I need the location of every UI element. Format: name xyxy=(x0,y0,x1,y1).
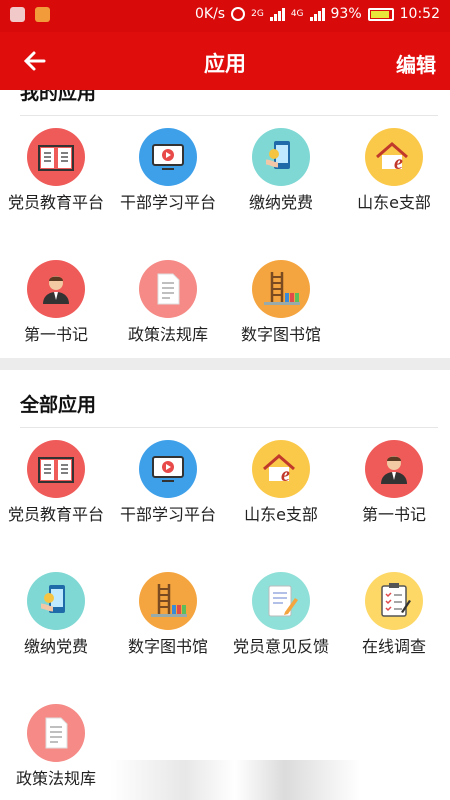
app-label: 缴纳党费 xyxy=(23,637,88,656)
app-label: 在线调查 xyxy=(361,637,426,656)
app-member-feedback[interactable]: 党员意见反馈 xyxy=(225,572,337,657)
network-type-1: 2G xyxy=(251,9,264,19)
app-label: 干部学习平台 xyxy=(119,193,216,212)
alarm-icon xyxy=(231,7,246,21)
app-policy-library[interactable]: 政策法规库 xyxy=(0,704,112,789)
app-first-secretary[interactable]: 第一书记 xyxy=(0,260,112,345)
app-cadre-learning[interactable]: 干部学习平台 xyxy=(112,128,224,213)
monitor-play-icon xyxy=(139,128,197,186)
app-first-secretary[interactable]: 第一书记 xyxy=(338,440,450,525)
app-label: 缴纳党费 xyxy=(248,193,313,212)
app-notification-icon xyxy=(35,7,50,22)
section-divider xyxy=(20,115,438,116)
section-divider xyxy=(20,427,438,428)
app-label: 干部学习平台 xyxy=(119,505,216,524)
app-bar: 应用 编辑 xyxy=(0,32,450,90)
clipboard-check-icon xyxy=(365,572,423,630)
app-policy-library[interactable]: 政策法规库 xyxy=(112,260,224,345)
battery-icon xyxy=(367,7,394,21)
house-e-icon: e xyxy=(252,440,310,498)
app-label: 党员教育平台 xyxy=(7,505,104,524)
monitor-play-icon xyxy=(139,440,197,498)
svg-text:e: e xyxy=(281,464,290,486)
library-shelf-icon xyxy=(139,572,197,630)
svg-text:e: e xyxy=(394,152,403,174)
document-icon xyxy=(27,704,85,762)
person-icon xyxy=(27,260,85,318)
book-icon xyxy=(27,440,85,498)
app-label: 数字图书馆 xyxy=(240,325,321,344)
notification-icon xyxy=(10,7,25,22)
network-speed: 0K/s xyxy=(195,6,226,22)
book-icon xyxy=(27,128,85,186)
app-cadre-learning[interactable]: 干部学习平台 xyxy=(112,440,224,525)
app-shandong-e-branch[interactable]: e 山东e支部 xyxy=(225,440,337,525)
app-label: 山东e支部 xyxy=(244,505,318,524)
app-digital-library[interactable]: 数字图书馆 xyxy=(112,572,224,657)
app-label: 数字图书馆 xyxy=(127,637,208,656)
scroll-fade-overlay xyxy=(110,760,360,800)
page-title: 应用 xyxy=(204,52,246,76)
signal-icon-2 xyxy=(309,7,325,21)
house-e-icon: e xyxy=(365,128,423,186)
app-label: 党员教育平台 xyxy=(7,193,104,212)
app-party-fee[interactable]: 缴纳党费 xyxy=(0,572,112,657)
document-icon xyxy=(139,260,197,318)
edit-button[interactable]: 编辑 xyxy=(396,49,436,78)
app-label: 党员意见反馈 xyxy=(232,637,329,656)
clock-time: 10:52 xyxy=(399,6,440,22)
section-gap xyxy=(0,358,450,370)
battery-percent: 93% xyxy=(330,6,362,22)
app-label: 政策法规库 xyxy=(127,325,208,344)
app-party-education[interactable]: 党员教育平台 xyxy=(0,440,112,525)
app-label: 山东e支部 xyxy=(357,193,431,212)
app-label: 第一书记 xyxy=(361,505,426,524)
network-type-2: 4G xyxy=(290,9,304,19)
notepad-pen-icon xyxy=(252,572,310,630)
library-shelf-icon xyxy=(252,260,310,318)
app-label: 政策法规库 xyxy=(15,769,96,788)
app-online-survey[interactable]: 在线调查 xyxy=(338,572,450,657)
section-title-all-apps: 全部应用 xyxy=(20,394,97,416)
phone-payment-icon xyxy=(27,572,85,630)
app-party-education[interactable]: 党员教育平台 xyxy=(0,128,112,213)
app-digital-library[interactable]: 数字图书馆 xyxy=(225,260,337,345)
signal-icon xyxy=(269,7,285,21)
phone-payment-icon xyxy=(252,128,310,186)
person-icon xyxy=(365,440,423,498)
app-shandong-e-branch[interactable]: e 山东e支部 xyxy=(338,128,450,213)
app-label: 第一书记 xyxy=(23,325,88,344)
app-party-fee[interactable]: 缴纳党费 xyxy=(225,128,337,213)
status-bar: 0K/s 2G 4G 93% 10:52 xyxy=(0,0,450,32)
